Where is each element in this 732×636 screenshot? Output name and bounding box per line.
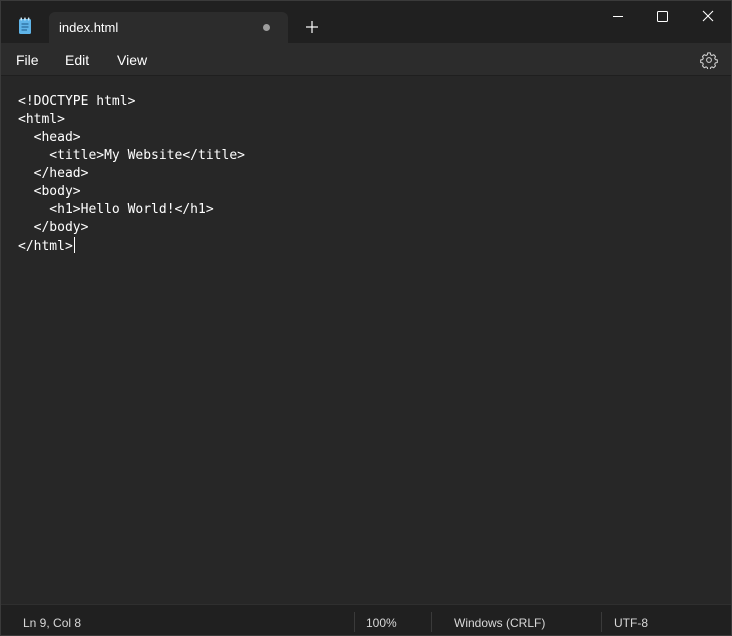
text-editor[interactable]: <!DOCTYPE html> <html> <head> <title>My … [1, 77, 731, 603]
status-divider [601, 612, 602, 632]
menu-bar: File Edit View [1, 43, 731, 76]
text-caret [73, 237, 75, 253]
code-line-text: </body> [18, 220, 89, 235]
menu-edit[interactable]: Edit [65, 52, 89, 68]
notepad-icon [19, 17, 31, 34]
plus-icon[interactable] [302, 17, 322, 37]
status-divider [431, 612, 432, 632]
close-icon[interactable] [685, 1, 731, 31]
title-bar: index.html [1, 1, 731, 43]
tab-title: index.html [59, 20, 119, 35]
code-line: <body> [18, 184, 81, 199]
gear-icon[interactable] [700, 51, 718, 69]
cursor-position[interactable]: Ln 9, Col 8 [23, 616, 81, 630]
code-line: </body> [18, 219, 245, 237]
status-divider [354, 612, 355, 632]
tab-index-html[interactable]: index.html [49, 12, 288, 43]
notepad-window: index.html File Edit View <!DOCTYPE html… [0, 0, 732, 636]
code-content[interactable]: <!DOCTYPE html> <html> <head> <title>My … [18, 93, 245, 255]
code-line: <h1>Hello World!</h1> [18, 202, 214, 217]
code-line-text: </html> [18, 239, 73, 254]
encoding[interactable]: UTF-8 [614, 616, 648, 630]
code-line: </html> [18, 237, 245, 255]
unsaved-dot-icon[interactable] [263, 24, 270, 31]
code-line: <title>My Website</title> [18, 148, 245, 163]
code-line: <head> [18, 130, 81, 145]
code-line: </head> [18, 166, 89, 181]
code-line: <!DOCTYPE html> [18, 94, 136, 109]
code-line: <html> [18, 112, 65, 127]
menu-view[interactable]: View [117, 52, 147, 68]
status-bar: Ln 9, Col 8 100% Windows (CRLF) UTF-8 [1, 604, 731, 635]
maximize-icon[interactable] [639, 1, 685, 31]
zoom-level[interactable]: 100% [366, 616, 397, 630]
menu-file[interactable]: File [16, 52, 39, 68]
line-ending[interactable]: Windows (CRLF) [454, 616, 545, 630]
minimize-icon[interactable] [595, 1, 641, 31]
